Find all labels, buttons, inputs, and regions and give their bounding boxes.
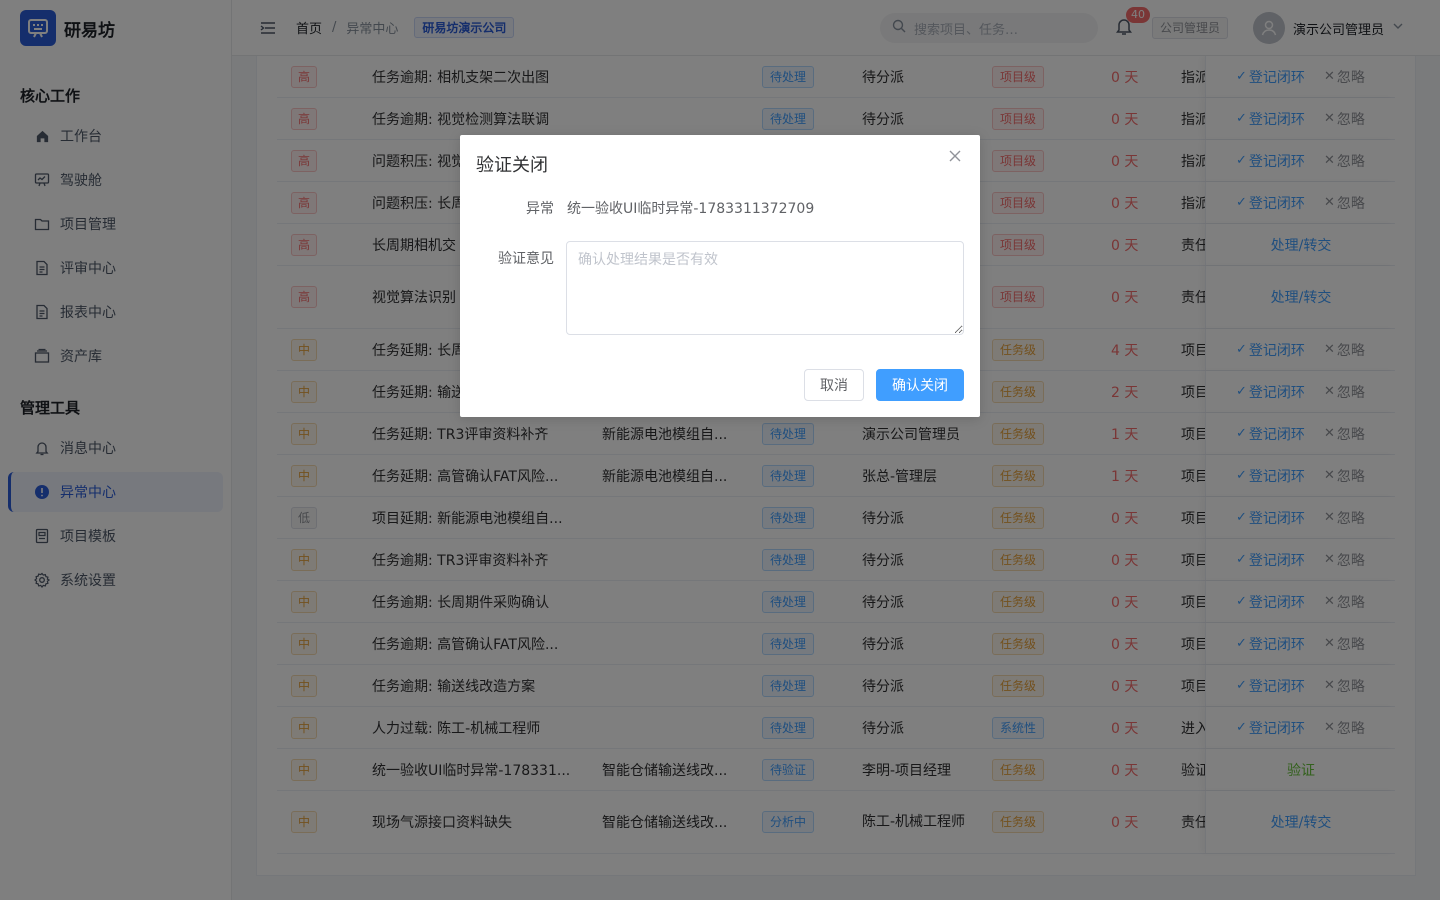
- exception-label: 异常: [526, 201, 554, 217]
- close-icon[interactable]: [948, 149, 964, 165]
- exception-value: 统一验收UI临时异常-1783311372709: [567, 201, 815, 217]
- confirm-close-button[interactable]: 确认关闭: [876, 369, 964, 401]
- verify-close-dialog: 验证关闭 异常 统一验收UI临时异常-1783311372709 验证意见 取消…: [460, 135, 980, 417]
- verify-opinion-textarea[interactable]: [566, 241, 964, 335]
- cancel-button[interactable]: 取消: [804, 369, 864, 401]
- dialog-title: 验证关闭: [476, 155, 548, 176]
- opinion-label: 验证意见: [498, 251, 554, 267]
